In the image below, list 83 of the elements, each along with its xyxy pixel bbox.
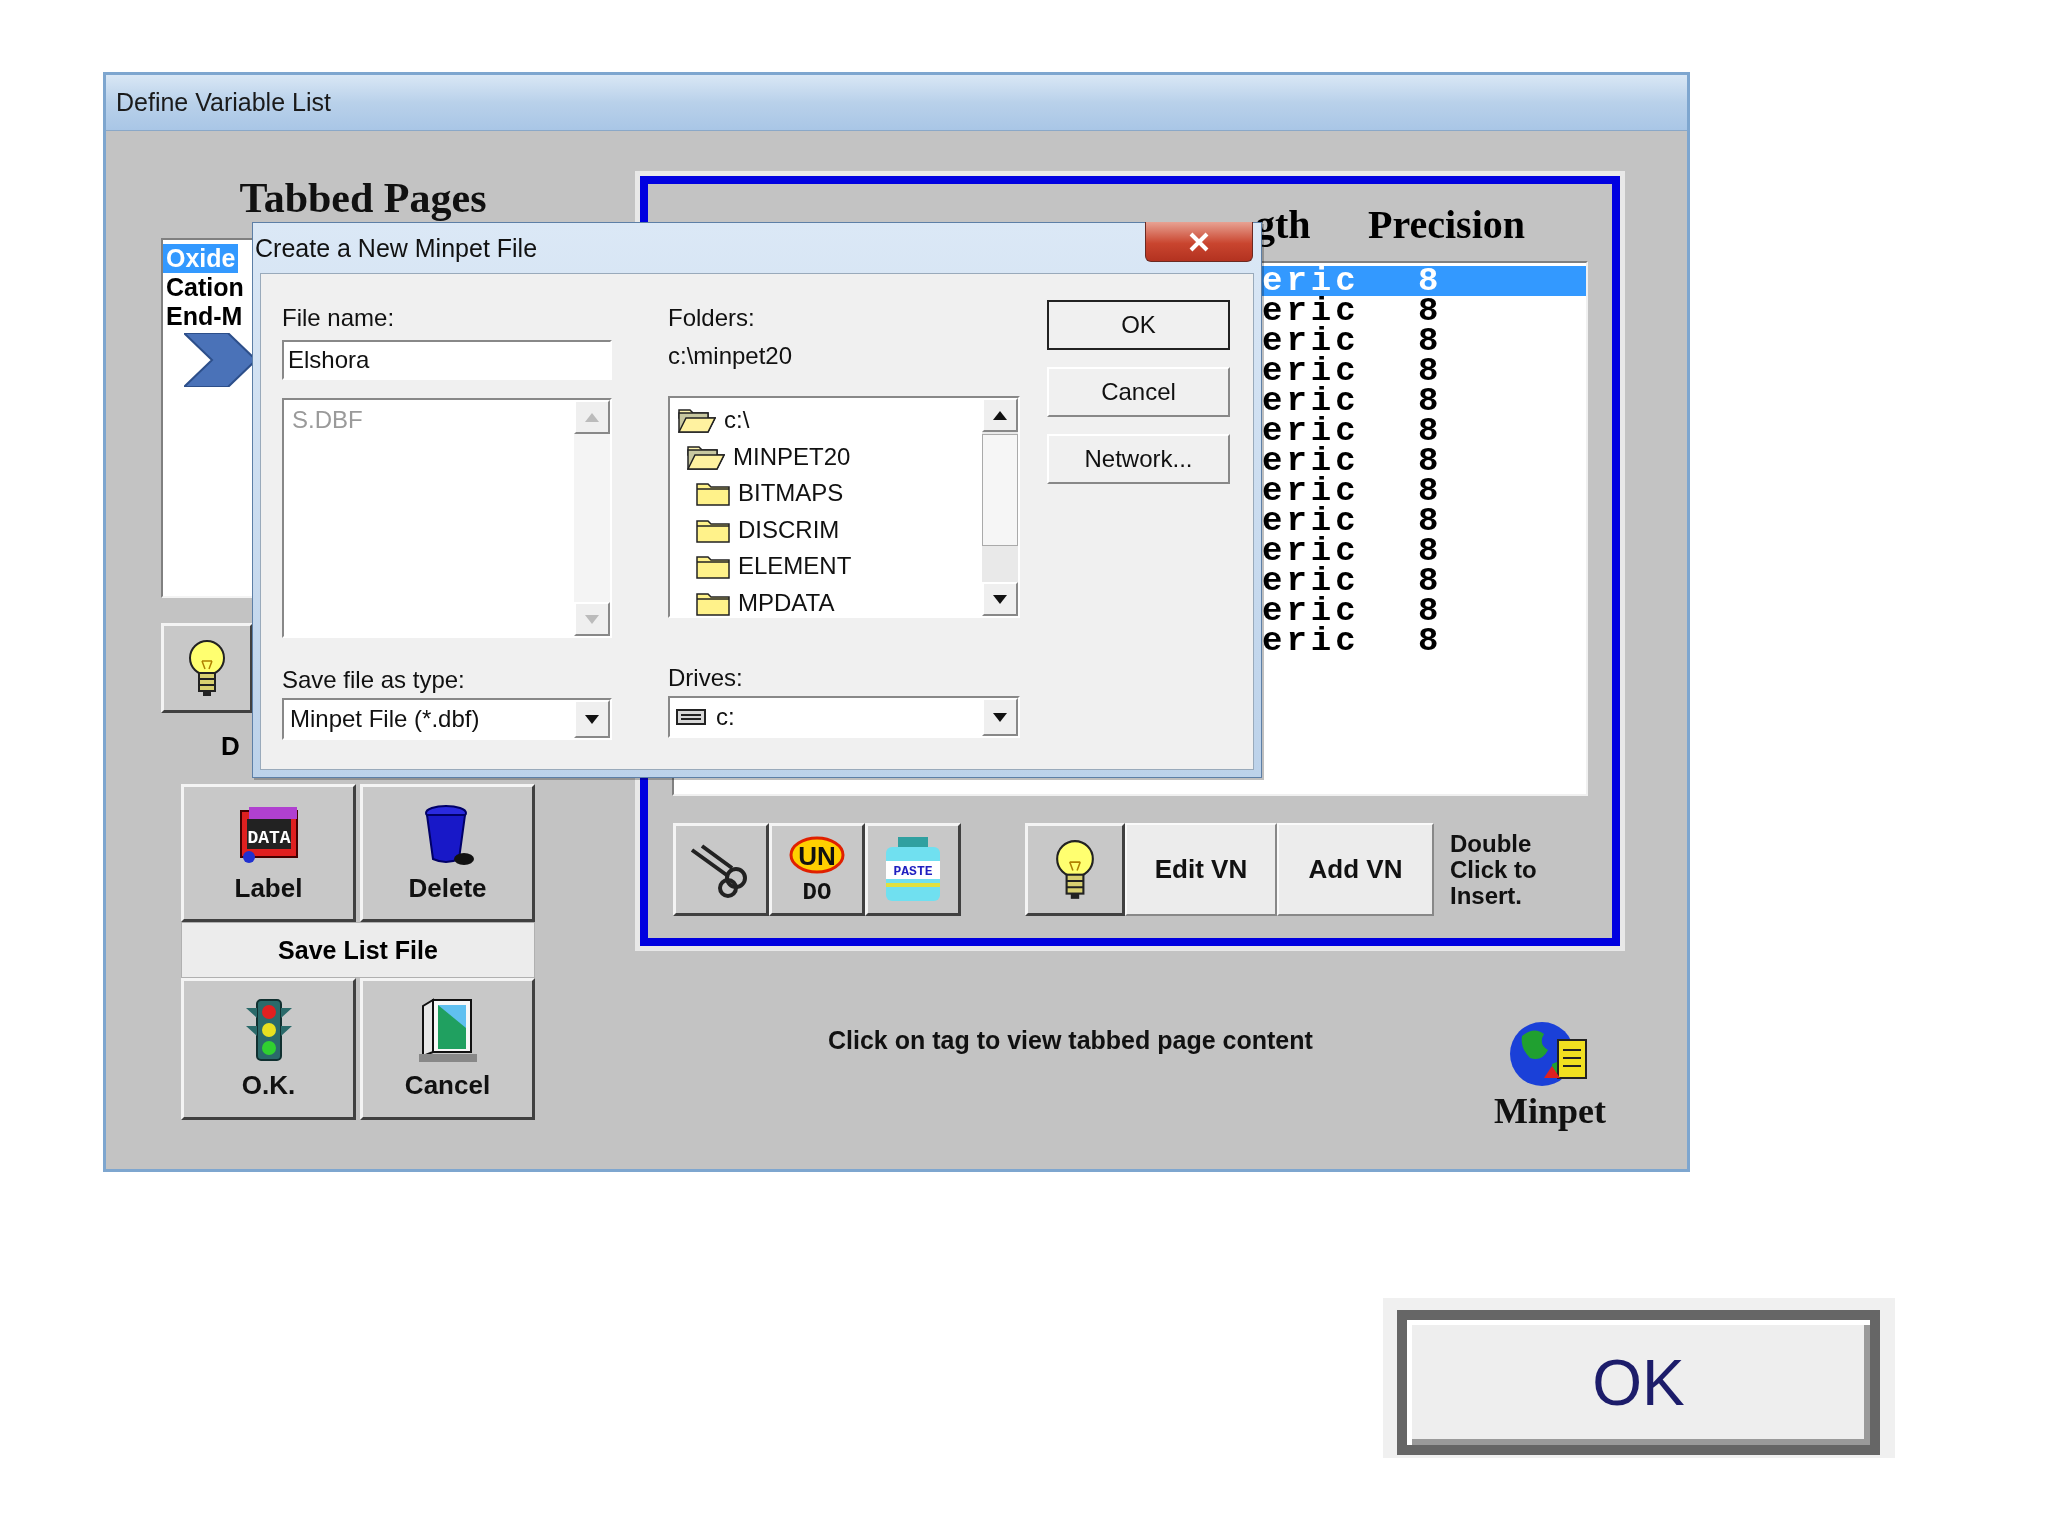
value-cell: 8 [1418,356,1443,386]
up-arrow-icon [585,412,599,422]
value-cell: 8 [1418,296,1443,326]
folder-path: c:\minpet20 [668,341,793,371]
value-cell: 8 [1418,266,1443,296]
window-title: Define Variable List [116,88,331,117]
dialog-title: Create a New Minpet File [255,233,538,263]
paste-button[interactable]: PASTE [865,823,961,916]
tab-list-item[interactable]: End-M [163,302,246,331]
type-cell: eric [1262,356,1360,386]
hint-button[interactable] [1025,823,1125,916]
dialog-button[interactable]: Network... [1047,434,1230,484]
save-list-file-button[interactable]: Save List File [181,922,535,978]
type-cell: eric [1262,416,1360,446]
up-arrow-icon [993,410,1007,420]
type-cell: eric [1262,266,1360,296]
value-cell: 8 [1418,596,1443,626]
value-cell: 8 [1418,506,1443,536]
dialog-button[interactable]: OK [1047,300,1230,350]
drive-dropdown[interactable]: c: [668,696,1020,738]
hint-text: Double Click to Insert. [1450,830,1537,909]
type-cell: eric [1262,386,1360,416]
dropdown-button[interactable] [574,700,610,738]
type-cell: eric [1262,446,1360,476]
ok-button[interactable]: OK [1397,1310,1880,1455]
ok-button[interactable]: O.K. [181,978,356,1120]
close-icon [1188,231,1210,252]
type-cell: eric [1262,296,1360,326]
label-button[interactable]: DATA Label [181,784,356,922]
scroll-down-button[interactable] [982,582,1018,616]
value-cell: 8 [1418,386,1443,416]
value-cell: 8 [1418,626,1443,656]
drive-name: c: [716,703,735,731]
type-cell: eric [1262,506,1360,536]
type-cell: eric [1262,476,1360,506]
logo-text: Minpet [1494,1090,1606,1132]
value-cell: 8 [1418,326,1443,356]
edit-vn-button[interactable]: Edit VN [1125,823,1277,916]
button-caption: D [221,731,241,762]
cancel-button[interactable]: Cancel [360,978,535,1120]
scroll-up-button[interactable] [982,398,1018,432]
folder-item[interactable]: DISCRIM [738,515,840,544]
scroll-thumb[interactable] [982,434,1018,546]
folder-item[interactable]: BITMAPS [738,479,844,508]
file-name-field[interactable]: Elshora [282,340,612,380]
add-vn-button[interactable]: Add VN [1277,823,1434,916]
undo-button[interactable]: UN DO [769,823,865,916]
folder-item[interactable]: c:\ [724,406,750,435]
cut-button[interactable] [673,823,769,916]
value-cell: 8 [1418,416,1443,446]
value-cell: 8 [1418,536,1443,566]
close-button[interactable] [1145,222,1253,262]
down-arrow-icon [585,714,599,724]
type-cell: eric [1262,566,1360,596]
folder-item[interactable]: MPDATA [738,588,835,617]
tab-list-item[interactable]: Cation [163,273,247,302]
dialog-button[interactable]: Cancel [1047,367,1230,417]
type-cell: eric [1262,596,1360,626]
field-label: Save file as type: [282,665,465,695]
field-label: Folders: [668,303,755,333]
lightbulb-icon [187,639,227,697]
type-cell: eric [1262,326,1360,356]
column-header: Precision [1368,201,1525,248]
value-cell: 8 [1418,476,1443,506]
hint-button[interactable] [161,623,253,713]
folder-item[interactable]: ELEMENT [738,552,852,581]
dropdown-button[interactable] [982,698,1018,736]
value-cell: 8 [1418,446,1443,476]
drive-icon [676,709,706,725]
file-type-dropdown[interactable]: Minpet File (*.dbf) [282,698,612,740]
status-text: Click on tag to view tabbed page content [828,1026,1313,1055]
delete-button[interactable]: Delete [360,784,535,922]
section-heading: Tabbed Pages [239,175,487,221]
field-label: File name: [282,303,395,333]
type-cell: eric [1262,626,1360,656]
folder-item[interactable]: MINPET20 [733,442,851,471]
down-arrow-icon [585,614,599,624]
down-arrow-icon [993,712,1007,722]
value-cell: 8 [1418,566,1443,596]
field-label: Drives: [668,663,743,693]
down-arrow-icon [993,594,1007,604]
lightbulb-icon [1054,839,1096,900]
type-cell: eric [1262,536,1360,566]
